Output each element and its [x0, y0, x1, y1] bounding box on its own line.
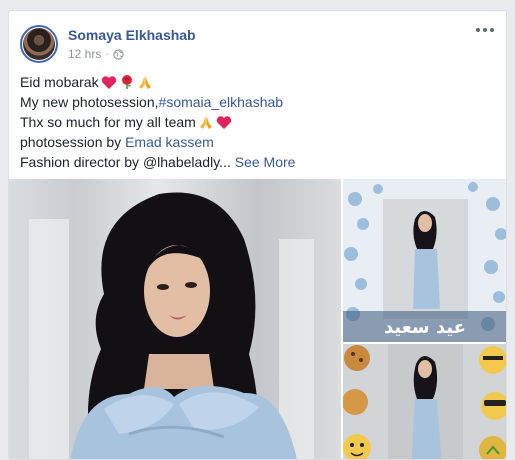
rose-icon [121, 75, 132, 89]
photo-emoji-collage[interactable] [343, 344, 506, 459]
photo-main[interactable] [9, 179, 341, 459]
text-fashion-director: Fashion director by @lhabeladly... [20, 154, 231, 170]
heart-icon [216, 115, 232, 129]
photo-eid-greeting[interactable]: عيد سعيد [343, 179, 506, 342]
heart-icon [101, 75, 116, 89]
text-photosession: My new photosession, [20, 94, 159, 110]
text-line-1: Eid mobarak [20, 72, 490, 92]
hashtag-link[interactable]: #somaia_elkhashab [159, 92, 284, 112]
separator-dot: · [105, 48, 109, 60]
text-line-2: My new photosession, #somaia_elkhashab [20, 92, 490, 112]
collage-image [343, 344, 506, 459]
eid-card-image: عيد سعيد [343, 179, 506, 342]
post-text: Eid mobarak My new photosession, #somaia_… [20, 72, 490, 172]
text-eid: Eid mobarak [20, 74, 99, 90]
avatar[interactable] [20, 25, 58, 63]
text-photographer-label: photosession by [20, 134, 126, 150]
portrait-image [29, 192, 314, 459]
avatar-image [23, 28, 55, 60]
text-line-5: Fashion director by @lhabeladly... See M… [20, 152, 490, 172]
folded-hands-icon [138, 76, 151, 89]
globe-icon[interactable] [113, 48, 124, 60]
photo-grid: عيد سعيد [9, 179, 506, 459]
post-card: Somaya Elkhashab 12 hrs · Eid mobarak My… [8, 10, 507, 460]
see-more-link[interactable]: See More [235, 152, 296, 172]
more-options-icon[interactable] [476, 28, 494, 32]
post-meta: 12 hrs · [68, 47, 124, 61]
author-name[interactable]: Somaya Elkhashab [68, 27, 196, 43]
post-timestamp[interactable]: 12 hrs [68, 47, 101, 61]
photographer-link[interactable]: Emad kassem [125, 132, 214, 152]
text-thanks: Thx so much for my all team [20, 114, 196, 130]
folded-hands-icon [199, 116, 212, 129]
eid-greeting-text: عيد سعيد [384, 317, 466, 338]
text-line-3: Thx so much for my all team [20, 112, 490, 132]
text-line-4: photosession by Emad kassem [20, 132, 490, 152]
